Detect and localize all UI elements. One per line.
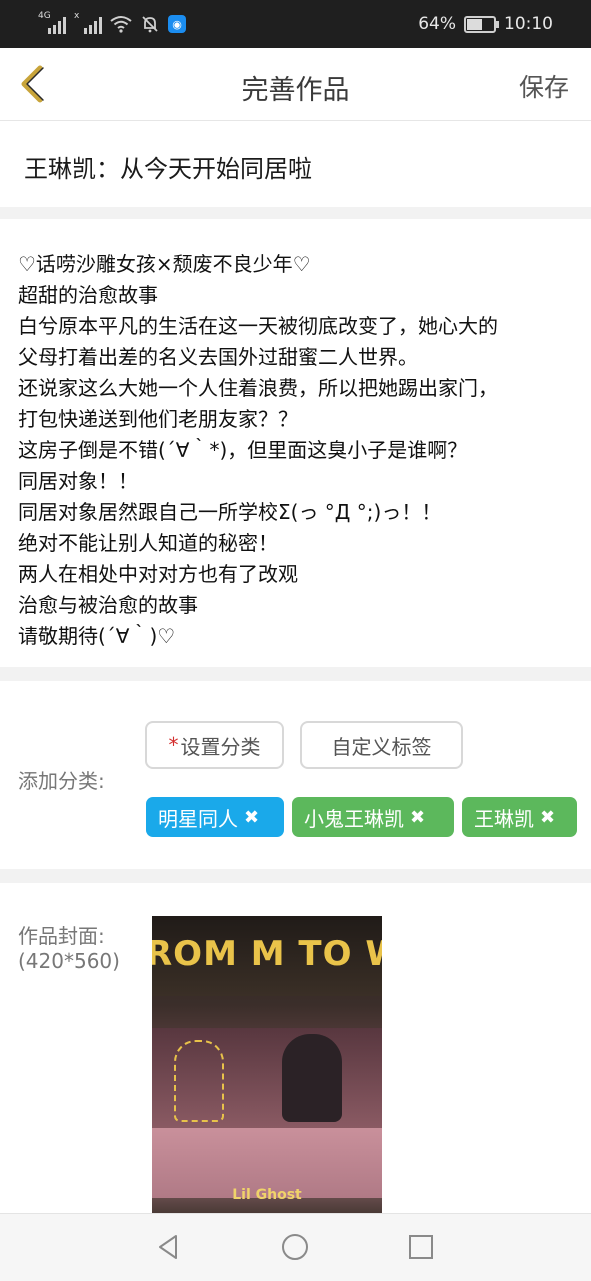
cellular-signal-icon: 4G — [38, 11, 66, 34]
description-line: 治愈与被治愈的故事 — [18, 593, 198, 617]
status-bar: 4G x ◉ 64% 10:10 — [0, 0, 591, 48]
cover-image-title: ROM M TO W — [152, 934, 382, 974]
tag-label: 小鬼王琳凯 — [304, 806, 404, 831]
category-label: 添加分类: — [18, 769, 105, 793]
status-right: 64% 10:10 — [418, 10, 553, 38]
wifi-icon — [110, 16, 132, 33]
custom-tag-button[interactable]: 自定义标签 — [300, 721, 463, 769]
remove-tag-icon[interactable]: ✖ — [540, 807, 555, 828]
cover-size-hint: (420*560) — [18, 949, 120, 973]
required-mark: * — [168, 733, 179, 757]
description-line: 两人在相处中对对方也有了改观 — [18, 562, 298, 586]
status-left: 4G x ◉ — [38, 10, 186, 38]
work-description-field[interactable]: ♡话唠沙雕女孩×颓废不良少年♡ 超甜的治愈故事 白兮原本平凡的生活在这一天被彻底… — [0, 219, 591, 667]
nav-back-icon[interactable] — [154, 1232, 184, 1262]
description-line: 请敬期待(´∀｀)♡ — [18, 624, 176, 648]
work-title-field[interactable]: 王琳凯：从今天开始同居啦 — [0, 121, 591, 207]
cover-label: 作品封面: — [18, 924, 105, 948]
page-title: 完善作品 — [241, 75, 350, 106]
remove-tag-icon[interactable]: ✖ — [244, 807, 259, 828]
section-divider — [0, 869, 591, 883]
description-line: 还说家这么大她一个人住着浪费，所以把她踢出家门， — [18, 376, 498, 400]
description-line: 同居对象居然跟自己一所学校Σ(っ °Д °;)っ！！ — [18, 500, 442, 524]
set-category-button[interactable]: * 设置分类 — [145, 721, 284, 769]
cellular-signal-2-icon: x — [74, 11, 102, 34]
tag-chip[interactable]: 小鬼王琳凯 ✖ — [292, 797, 454, 837]
cover-section: 作品封面: (420*560) ROM M TO W Lil Ghost — [0, 883, 591, 1213]
cover-driver-figure — [282, 1034, 342, 1122]
description-line: 同居对象！！ — [18, 469, 138, 493]
tag-label: 明星同人 — [158, 806, 238, 831]
system-nav-bar — [0, 1213, 591, 1281]
app-notification-icon: ◉ — [168, 15, 186, 33]
nav-home-icon[interactable] — [280, 1232, 310, 1262]
description-line: 父母打着出差的名义去国外过甜蜜二人世界。 — [18, 345, 418, 369]
section-divider — [0, 207, 591, 219]
network-no-service-mark: x — [74, 11, 80, 21]
set-category-label: 设置分类 — [180, 734, 261, 759]
category-section: 添加分类: * 设置分类 自定义标签 明星同人 ✖ 小鬼王琳凯 ✖ 王琳凯 ✖ — [0, 681, 591, 869]
cover-outline-figure — [174, 1040, 224, 1122]
tag-chip[interactable]: 明星同人 ✖ — [146, 797, 284, 837]
work-title-text: 王琳凯：从今天开始同居啦 — [24, 155, 312, 183]
description-line: ♡话唠沙雕女孩×颓废不良少年♡ — [18, 252, 311, 276]
description-line: 超甜的治愈故事 — [18, 283, 158, 307]
section-divider — [0, 667, 591, 681]
top-app-bar: 完善作品 保存 — [0, 48, 591, 121]
nav-recents-icon[interactable] — [406, 1232, 436, 1262]
remove-tag-icon[interactable]: ✖ — [410, 807, 425, 828]
clock: 10:10 — [504, 14, 553, 34]
description-line: 绝对不能让别人知道的秘密！ — [18, 531, 278, 555]
mute-bell-icon — [142, 16, 158, 33]
save-button[interactable]: 保存 — [519, 68, 569, 104]
cover-image[interactable]: ROM M TO W Lil Ghost — [152, 916, 382, 1213]
description-line: 打包快递送到他们老朋友家？？ — [18, 407, 298, 431]
cover-image-brand: Lil Ghost — [232, 1187, 302, 1203]
tag-chip[interactable]: 王琳凯 ✖ — [462, 797, 577, 837]
description-line: 白兮原本平凡的生活在这一天被彻底改变了，她心大的 — [18, 314, 498, 338]
tag-label: 王琳凯 — [474, 806, 534, 831]
custom-tag-label: 自定义标签 — [331, 734, 432, 759]
description-line: 这房子倒是不错(´∀｀*)，但里面这臭小子是谁啊？ — [18, 438, 468, 462]
battery-percent: 64% — [418, 14, 456, 34]
battery-icon — [464, 15, 499, 33]
